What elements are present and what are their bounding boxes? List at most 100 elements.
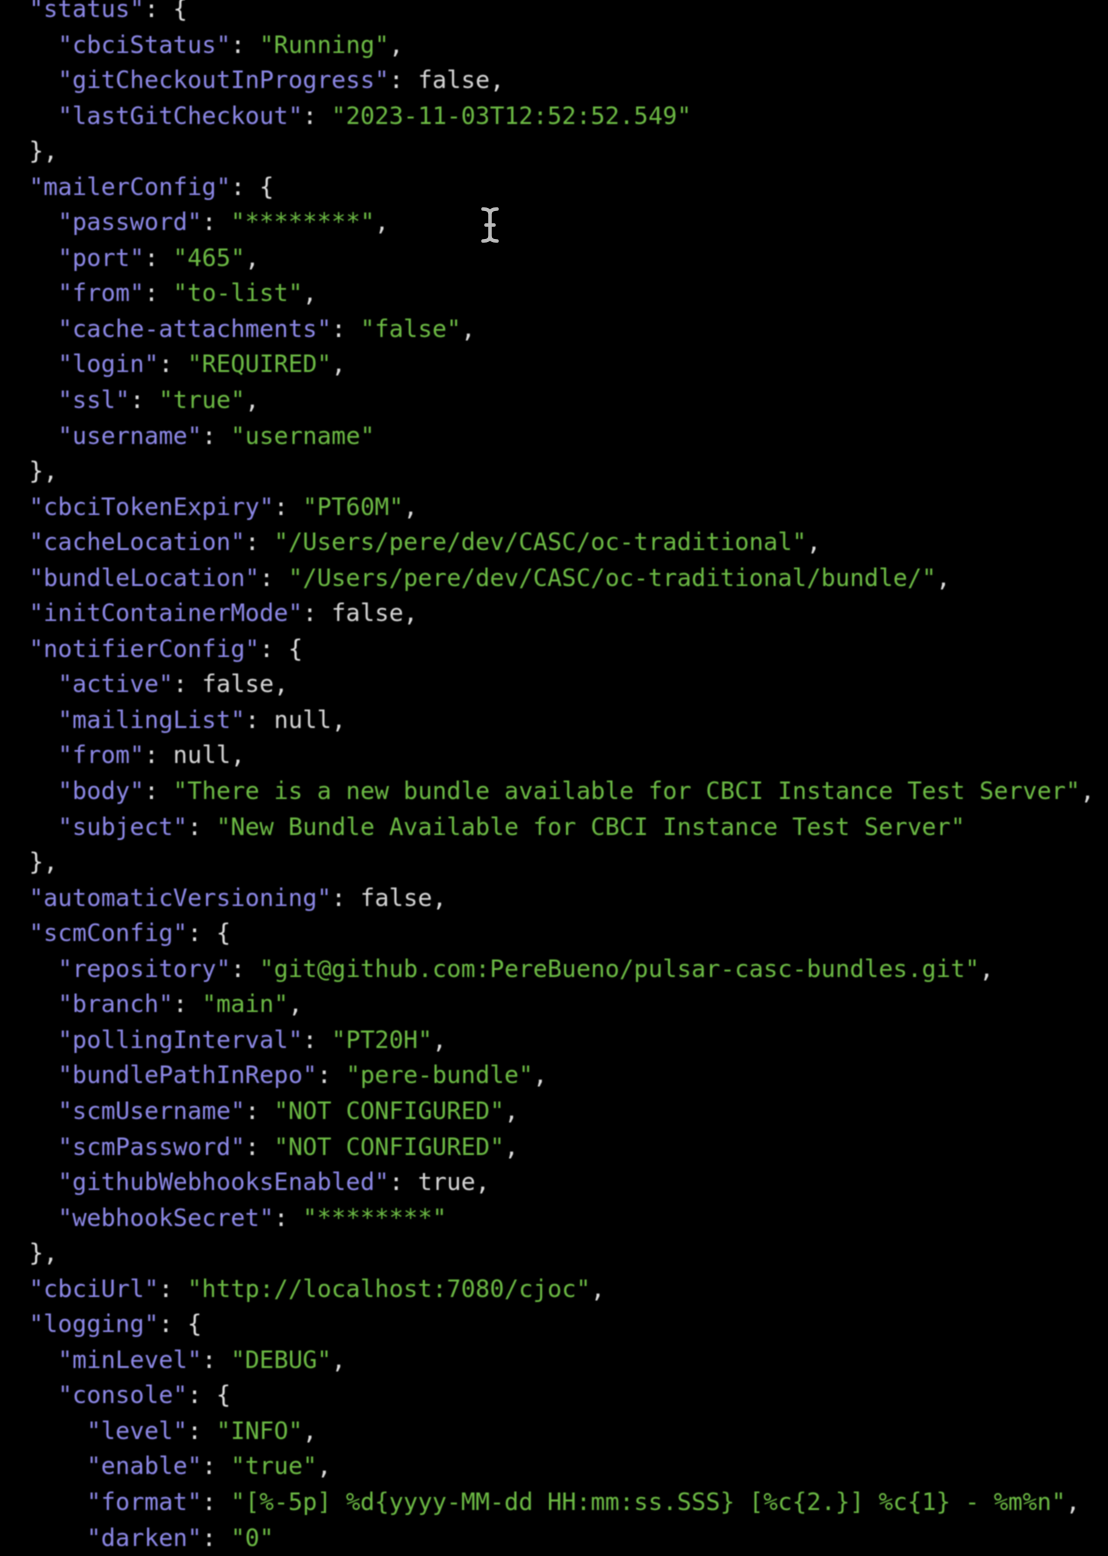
code-line: "cbciTokenExpiry": "PT60M", [0, 490, 1108, 526]
colon: : [259, 634, 289, 663]
comma: , [43, 1239, 58, 1268]
json-key: "logging" [29, 1310, 159, 1339]
terminal-output[interactable]: "status": { "cbciStatus": "Running", "gi… [0, 0, 1108, 1556]
comma: , [979, 954, 994, 983]
code-line: "status": { [0, 0, 1108, 28]
json-string-value: "/Users/pere/dev/CASC/oc-traditional" [273, 528, 807, 557]
json-key: "cbciUrl" [29, 1274, 159, 1303]
json-key: "cbciStatus" [57, 30, 231, 59]
colon: : [173, 670, 202, 699]
colon: : [144, 243, 174, 272]
colon: : [144, 741, 174, 770]
colon: : [187, 1416, 217, 1445]
json-key: "gitCheckoutInProgress" [57, 66, 389, 95]
comma: , [504, 1096, 519, 1125]
code-line: "pollingInterval": "PT20H", [0, 1023, 1108, 1059]
colon: : [245, 705, 274, 734]
comma: , [1080, 777, 1095, 806]
code-line: "login": "REQUIRED", [0, 347, 1108, 383]
json-string-value: "true" [230, 1452, 318, 1481]
colon: : [201, 208, 231, 237]
json-literal-value: false [201, 670, 274, 699]
json-key: "from" [57, 279, 145, 308]
colon: : [129, 386, 159, 415]
comma: , [936, 563, 951, 592]
open-brace: { [216, 1381, 231, 1410]
comma: , [475, 1168, 490, 1197]
json-key: "mailerConfig" [29, 172, 231, 201]
json-string-value: "main" [201, 990, 289, 1019]
colon: : [302, 101, 332, 130]
json-string-value: "false" [360, 314, 462, 343]
code-line: "from": "to-list", [0, 276, 1108, 312]
colon: : [302, 1025, 332, 1054]
json-string-value: "DEBUG" [230, 1345, 332, 1374]
json-key: "githubWebhooksEnabled" [57, 1168, 389, 1197]
comma: , [43, 848, 58, 877]
json-string-value: "to-list" [173, 279, 303, 308]
comma: , [245, 243, 260, 272]
code-line: }, [0, 1236, 1108, 1272]
json-string-value: "There is a new bundle available for CBC… [173, 777, 1081, 806]
colon: : [230, 954, 260, 983]
json-string-value: "465" [173, 243, 246, 272]
json-key: "webhookSecret" [57, 1203, 274, 1232]
code-line: "lastGitCheckout": "2023-11-03T12:52:52.… [0, 99, 1108, 135]
json-key: "ssl" [57, 386, 130, 415]
colon: : [158, 350, 188, 379]
comma: , [374, 208, 390, 237]
colon: : [245, 528, 274, 557]
colon: : [273, 1203, 303, 1232]
colon: : [187, 812, 217, 841]
json-key: "bundleLocation" [29, 563, 260, 592]
comma: , [245, 386, 260, 415]
code-line: "console": { [0, 1378, 1108, 1414]
json-key: "console" [57, 1381, 188, 1410]
code-line: "enable": "true", [0, 1449, 1108, 1485]
json-string-value: "REQUIRED" [187, 350, 332, 379]
code-line: "password": "********", [0, 205, 1108, 241]
colon: : [389, 66, 418, 95]
json-string-value: "Running" [259, 30, 390, 59]
comma: , [43, 457, 58, 486]
open-brace: { [288, 634, 303, 663]
json-literal-value: null [273, 705, 332, 734]
json-key: "minLevel" [57, 1345, 202, 1374]
json-key: "login" [57, 350, 159, 379]
json-string-value: "NOT CONFIGURED" [273, 1132, 505, 1161]
code-line: "cache-attachments": "false", [0, 312, 1108, 348]
colon: : [230, 30, 260, 59]
code-line: "cbciStatus": "Running", [0, 28, 1108, 64]
json-key: "darken" [86, 1523, 202, 1552]
comma: , [288, 990, 303, 1019]
colon: : [158, 1310, 188, 1339]
open-brace: { [216, 919, 231, 948]
json-key: "format" [86, 1487, 202, 1516]
comma: , [489, 66, 505, 95]
code-line: }, [0, 454, 1108, 490]
json-string-value: "[%-5p] %d{yyyy-MM-dd HH:mm:ss.SSS} [%c{… [230, 1487, 1066, 1516]
colon: : [331, 314, 361, 343]
close-brace: } [29, 457, 44, 486]
json-string-value: "PT60M" [302, 492, 404, 521]
comma: , [590, 1274, 605, 1303]
code-line: "from": null, [0, 738, 1108, 774]
json-string-value: "New Bundle Available for CBCI Instance … [216, 812, 965, 841]
code-line: "automaticVersioning": false, [0, 881, 1108, 917]
colon: : [187, 1381, 217, 1410]
comma: , [806, 528, 821, 557]
